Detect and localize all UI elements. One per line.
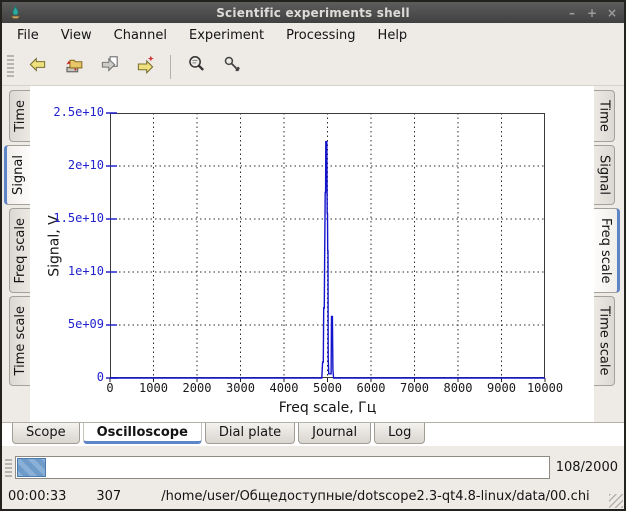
close-button[interactable]: × (606, 6, 618, 20)
bottom-tab-dial-plate[interactable]: Dial plate (204, 423, 296, 444)
y-tick-label: 2e+10 (67, 158, 104, 172)
menu-processing[interactable]: Processing (275, 25, 366, 46)
left-tab-freq-scale[interactable]: Freq scale (9, 207, 30, 294)
menu-help[interactable]: Help (367, 25, 419, 46)
y-tick-label: 5e+09 (67, 317, 104, 331)
progress-drag-handle[interactable] (5, 458, 12, 477)
sample-count: 307 (96, 489, 122, 504)
left-tab-strip: Time Signal Freq scale Time scale (2, 86, 30, 422)
toolbar-separator (170, 54, 171, 79)
elapsed-time: 00:00:33 (8, 489, 67, 504)
right-tab-time-scale[interactable]: Time scale (594, 296, 615, 386)
progress-counter: 108/2000 (555, 460, 618, 475)
tab-label: Freq scale (12, 217, 28, 284)
y-tick-label: 2.5e+10 (53, 105, 104, 119)
left-tab-signal[interactable]: Signal (4, 144, 30, 205)
bottom-tab-journal[interactable]: Journal (298, 423, 372, 444)
toolbar-drag-handle[interactable] (7, 54, 14, 79)
titlebar[interactable]: Scientific experiments shell – + × (2, 2, 624, 23)
statusbar: 00:00:33 307 /home/user/Общедоступные/do… (2, 484, 624, 509)
back-arrow-icon (28, 55, 47, 78)
main-area: Time Signal Freq scale Time scale Signal, V… (2, 86, 624, 422)
y-axis-title: Signal, V (47, 214, 64, 277)
y-tick-label: 1.5e+10 (53, 211, 104, 225)
bottom-tab-oscilloscope[interactable]: Oscilloscope (82, 423, 202, 444)
open-experiment-button[interactable] (57, 52, 89, 82)
menu-channel[interactable]: Channel (103, 25, 178, 46)
progress-fill (17, 458, 46, 477)
export-data-button[interactable] (93, 52, 125, 82)
bottom-tab-scope[interactable]: Scope (12, 423, 80, 444)
access-key-button[interactable] (216, 52, 248, 82)
bottom-tab-log[interactable]: Log (374, 423, 426, 444)
right-tab-strip: Time Signal Freq scale Time scale (594, 86, 624, 422)
menu-view[interactable]: View (50, 25, 103, 46)
left-tab-time-scale[interactable]: Time scale (9, 296, 30, 386)
tab-label: Time scale (12, 306, 28, 376)
tab-label: Time (596, 100, 612, 132)
x-axis-title: Freq scale, Гц (278, 400, 377, 416)
progress-row: 108/2000 (2, 451, 624, 484)
forward-arrow-star-icon (136, 55, 155, 78)
bottom-tabbar: Scope Oscilloscope Dial plate Journal Log (2, 422, 624, 451)
minimize-button[interactable]: – (566, 6, 578, 20)
tab-label: Freq scale (598, 217, 613, 284)
x-tick-label: 10000 (526, 381, 564, 395)
right-tab-freq-scale[interactable]: Freq scale (594, 207, 620, 294)
data-file-path: /home/user/Общедоступные/dotscope2.3-qt4… (161, 489, 590, 504)
back-button[interactable] (21, 52, 53, 82)
window-title: Scientific experiments shell (216, 5, 410, 20)
tab-label: Signal (11, 154, 26, 195)
menu-file[interactable]: File (6, 25, 50, 46)
menubar: File View Channel Experiment Processing Help (2, 23, 624, 48)
key-icon (223, 55, 242, 78)
magnifier-icon (187, 55, 206, 78)
left-tab-time[interactable]: Time (9, 90, 30, 142)
app-window: Scientific experiments shell – + × File V… (0, 0, 626, 511)
export-pages-icon (100, 55, 119, 78)
tab-label: Time scale (596, 306, 612, 376)
toolbar (2, 48, 624, 86)
inspect-button[interactable] (180, 52, 212, 82)
y-tick-label: 1e+10 (67, 264, 104, 278)
tab-label: Time (12, 100, 28, 132)
menu-experiment[interactable]: Experiment (178, 25, 275, 46)
open-folder-icon (64, 55, 83, 78)
maximize-button[interactable]: + (586, 6, 598, 20)
start-forward-button[interactable] (129, 52, 161, 82)
spectrum-plot (106, 112, 546, 382)
tab-label: Signal (596, 154, 612, 195)
acquisition-progress-bar (15, 456, 550, 479)
resize-grip[interactable] (609, 494, 623, 508)
right-tab-signal[interactable]: Signal (594, 144, 615, 205)
oscilloscope-chart-panel: Signal, V 0 5e+09 1e+10 1.5e+10 2e+10 2.5e+10… (30, 86, 594, 422)
right-tab-time[interactable]: Time (594, 90, 615, 142)
app-droplet-icon (8, 5, 23, 20)
window-controls: – + × (566, 6, 618, 20)
